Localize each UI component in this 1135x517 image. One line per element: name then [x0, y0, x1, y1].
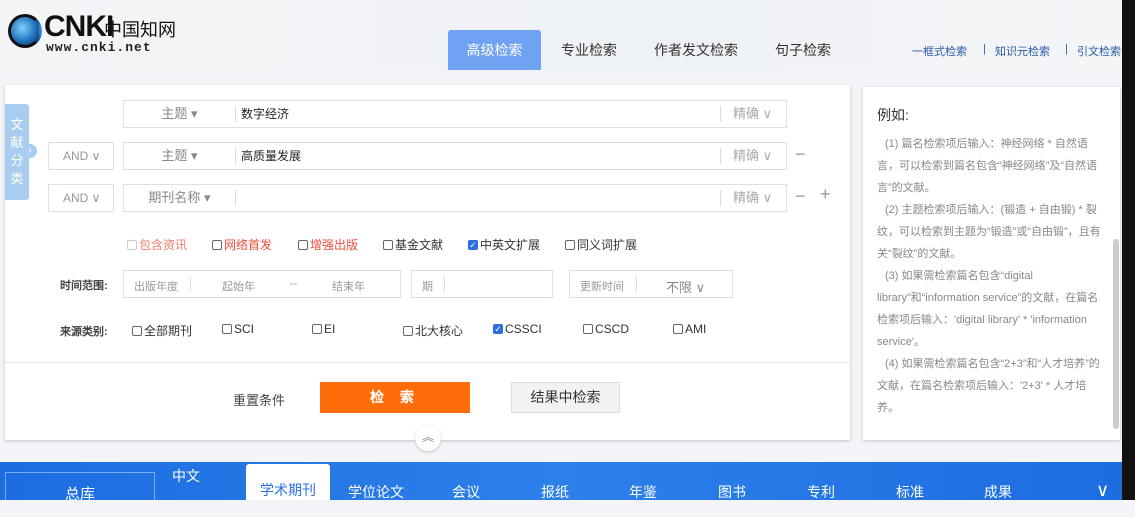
source-ei[interactable]: EI: [312, 322, 335, 336]
tab-sentence-search[interactable]: 句子检索: [765, 30, 841, 70]
tab-professional-search[interactable]: 专业检索: [550, 30, 628, 70]
examples-text: (1) 篇名检索项后输入：神经网络 * 自然语言，可以检索到篇名包含“神经网络”…: [877, 138, 1101, 414]
search-in-results-button[interactable]: 结果中检索: [511, 382, 620, 413]
field-select[interactable]: 期刊名称 ▾: [124, 190, 236, 206]
option-cn-en-expand[interactable]: ✓ 中英文扩展: [468, 236, 540, 253]
expand-icon[interactable]: ∨: [1096, 480, 1109, 501]
match-mode-select[interactable]: 精确 ∨: [720, 148, 786, 164]
source-all[interactable]: 全部期刊: [132, 322, 192, 339]
checkbox[interactable]: [127, 239, 137, 250]
time-range-label: 时间范围:: [60, 280, 108, 292]
option-fund[interactable]: 基金文献: [383, 236, 443, 253]
link-citation-search[interactable]: 引文检索: [1077, 43, 1121, 59]
add-row-icon[interactable]: +: [820, 184, 831, 205]
collapse-icon[interactable]: ︽: [415, 425, 441, 451]
source-pku-core[interactable]: 北大核心: [403, 322, 463, 339]
link-knowledge-search[interactable]: 知识元检索: [995, 43, 1050, 59]
end-year-input[interactable]: 结束年: [332, 278, 365, 294]
logic-select[interactable]: AND ∨: [48, 142, 114, 170]
examples-title: 例如:: [877, 107, 909, 123]
option-enhanced-pub[interactable]: 增强出版: [298, 236, 358, 253]
remove-row-icon[interactable]: −: [795, 186, 806, 207]
search-row-2: 主题 ▾ 高质量发展 精确 ∨: [123, 142, 787, 170]
search-row-1: 主题 ▾ 数字经济 精确 ∨: [123, 100, 787, 128]
nav-journals[interactable]: 学术期刊: [246, 464, 330, 500]
source-ami[interactable]: AMI: [673, 322, 706, 336]
nav-patents[interactable]: 专利: [807, 482, 835, 502]
checkbox[interactable]: [565, 239, 575, 250]
window-edge: [1122, 0, 1135, 500]
category-tab[interactable]: 文献分类 ›: [5, 104, 37, 200]
field-select[interactable]: 主题 ▾: [124, 148, 236, 164]
field-select[interactable]: 主题 ▾: [124, 106, 236, 122]
cnki-logo[interactable]: CNKI 中国知网 www.cnki.net: [8, 10, 178, 55]
divider: |: [983, 43, 986, 55]
checkbox[interactable]: [212, 239, 222, 250]
nav-lang[interactable]: 中文: [172, 466, 200, 486]
tab-advanced-search[interactable]: 高级检索: [448, 30, 541, 70]
match-mode-select[interactable]: 精确 ∨: [720, 106, 786, 122]
search-button[interactable]: 检 索: [320, 382, 470, 413]
source-label: 来源类别:: [60, 326, 108, 338]
scrollbar[interactable]: [1113, 239, 1119, 429]
tab-author-search[interactable]: 作者发文检索: [644, 30, 748, 70]
issue-input[interactable]: 期: [411, 270, 553, 298]
checkbox[interactable]: [383, 239, 393, 250]
logic-select[interactable]: AND ∨: [48, 184, 114, 212]
remove-row-icon[interactable]: −: [795, 144, 806, 165]
link-single-search[interactable]: 一框式检索: [912, 43, 967, 59]
nav-conferences[interactable]: 会议: [452, 482, 480, 502]
nav-yearbooks[interactable]: 年鉴: [629, 482, 657, 502]
option-synonym-expand[interactable]: 同义词扩展: [565, 236, 637, 253]
checkbox[interactable]: ✓: [468, 239, 478, 250]
update-time-select[interactable]: 更新时间 不限 ∨: [569, 270, 733, 298]
search-input[interactable]: 高质量发展: [241, 143, 301, 169]
source-cscd[interactable]: CSCD: [583, 322, 629, 336]
search-input[interactable]: 数字经济: [241, 101, 289, 127]
nav-books[interactable]: 图书: [718, 482, 746, 502]
source-cssci[interactable]: ✓ CSSCI: [493, 322, 542, 336]
nav-standards[interactable]: 标准: [896, 482, 924, 502]
nav-theses[interactable]: 学位论文: [348, 482, 404, 502]
globe-icon: [8, 14, 42, 48]
start-year-input[interactable]: 起始年: [222, 278, 255, 294]
option-online-first[interactable]: 网络首发: [212, 236, 272, 253]
nav-all[interactable]: 总库: [5, 472, 155, 506]
match-mode-select[interactable]: 精确 ∨: [720, 190, 786, 206]
year-type-select[interactable]: 出版年度: [134, 278, 178, 294]
examples-panel: 例如: (1) 篇名检索项后输入：神经网络 * 自然语言，可以检索到篇名包含“神…: [863, 87, 1120, 440]
divider: |: [1065, 43, 1068, 55]
reset-button[interactable]: 重置条件: [233, 390, 285, 409]
database-nav: 总库 中文 学术期刊 学位论文 会议 报纸 年鉴 图书 专利 标准 成果 ∨: [0, 462, 1122, 506]
checkbox[interactable]: [298, 239, 308, 250]
chevron-right-icon: ›: [23, 144, 37, 158]
option-include-news[interactable]: 包含资讯: [127, 236, 187, 253]
search-panel: 文献分类 › 主题 ▾ 数字经济 精确 ∨ AND ∨ 主题 ▾ 高质量发展 精确…: [5, 85, 850, 451]
year-range: 出版年度 起始年 -- 结束年: [123, 270, 401, 298]
search-row-3: 期刊名称 ▾ 精确 ∨: [123, 184, 787, 212]
nav-achievements[interactable]: 成果: [984, 482, 1012, 502]
divider: [5, 362, 850, 363]
nav-newspapers[interactable]: 报纸: [541, 482, 569, 502]
source-sci[interactable]: SCI: [222, 322, 254, 336]
header: CNKI 中国知网 www.cnki.net 高级检索 专业检索 作者发文检索 …: [0, 0, 1122, 70]
